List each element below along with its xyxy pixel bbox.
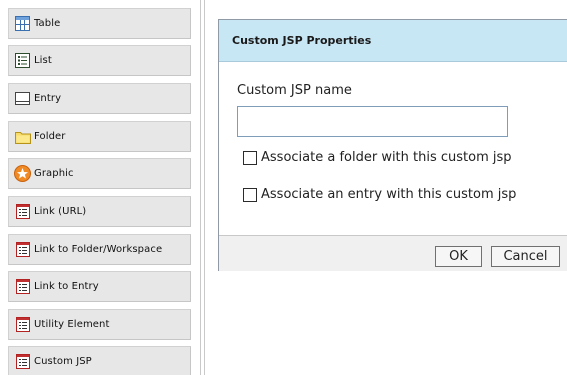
associate-entry-label: Associate an entry with this custom jsp <box>261 187 517 202</box>
associate-folder-option[interactable]: Associate a folder with this custom jsp <box>243 150 512 165</box>
dialog-footer: OK Cancel <box>219 235 567 271</box>
custom-jsp-properties-dialog: Custom JSP Properties Custom JSP name As… <box>218 19 567 271</box>
link-icon <box>14 241 31 258</box>
associate-folder-label: Associate a folder with this custom jsp <box>261 150 512 165</box>
link-icon <box>14 316 31 333</box>
folder-icon <box>14 128 31 145</box>
palette-item-folder[interactable]: Folder <box>8 121 191 152</box>
cancel-button[interactable]: Cancel <box>491 246 560 267</box>
palette-item-label: Link to Folder/Workspace <box>34 244 163 255</box>
associate-entry-checkbox[interactable] <box>243 187 257 202</box>
palette-item-custom-jsp[interactable]: Custom JSP <box>8 346 191 375</box>
palette-item-label: Graphic <box>34 168 74 179</box>
palette-item-label: Link to Entry <box>34 281 99 292</box>
palette-item-label: Utility Element <box>34 319 110 330</box>
ok-button[interactable]: OK <box>435 246 482 267</box>
associate-entry-option[interactable]: Associate an entry with this custom jsp <box>243 187 516 202</box>
palette-item-link-to-entry[interactable]: Link to Entry <box>8 271 191 302</box>
associate-folder-checkbox[interactable] <box>243 150 257 165</box>
dialog-title: Custom JSP Properties <box>232 34 372 47</box>
list-icon <box>14 52 31 69</box>
page: Table List Entry Folder Graphic Link (UR… <box>0 0 567 375</box>
palette-item-link-url[interactable]: Link (URL) <box>8 196 191 227</box>
palette-item-label: List <box>34 55 52 66</box>
palette-item-graphic[interactable]: Graphic <box>8 158 191 189</box>
link-icon <box>14 203 31 220</box>
palette-item-entry[interactable]: Entry <box>8 83 191 114</box>
entry-icon <box>14 90 31 107</box>
palette-item-label: Entry <box>34 93 62 104</box>
palette-item-table[interactable]: Table <box>8 8 191 39</box>
palette-item-label: Table <box>34 18 61 29</box>
palette-item-label: Link (URL) <box>34 206 87 217</box>
custom-jsp-name-input[interactable] <box>237 106 508 137</box>
palette-item-utility-element[interactable]: Utility Element <box>8 309 191 340</box>
palette-item-list[interactable]: List <box>8 45 191 76</box>
pane-splitter[interactable] <box>200 0 205 375</box>
dialog-header[interactable]: Custom JSP Properties <box>219 20 567 62</box>
link-icon <box>14 353 31 370</box>
palette-item-label: Folder <box>34 131 66 142</box>
palette-item-link-to-folder-workspace[interactable]: Link to Folder/Workspace <box>8 234 191 265</box>
link-icon <box>14 278 31 295</box>
palette-item-label: Custom JSP <box>34 356 92 367</box>
graphic-icon <box>14 165 31 182</box>
custom-jsp-name-label: Custom JSP name <box>237 83 352 98</box>
table-icon <box>14 15 31 32</box>
